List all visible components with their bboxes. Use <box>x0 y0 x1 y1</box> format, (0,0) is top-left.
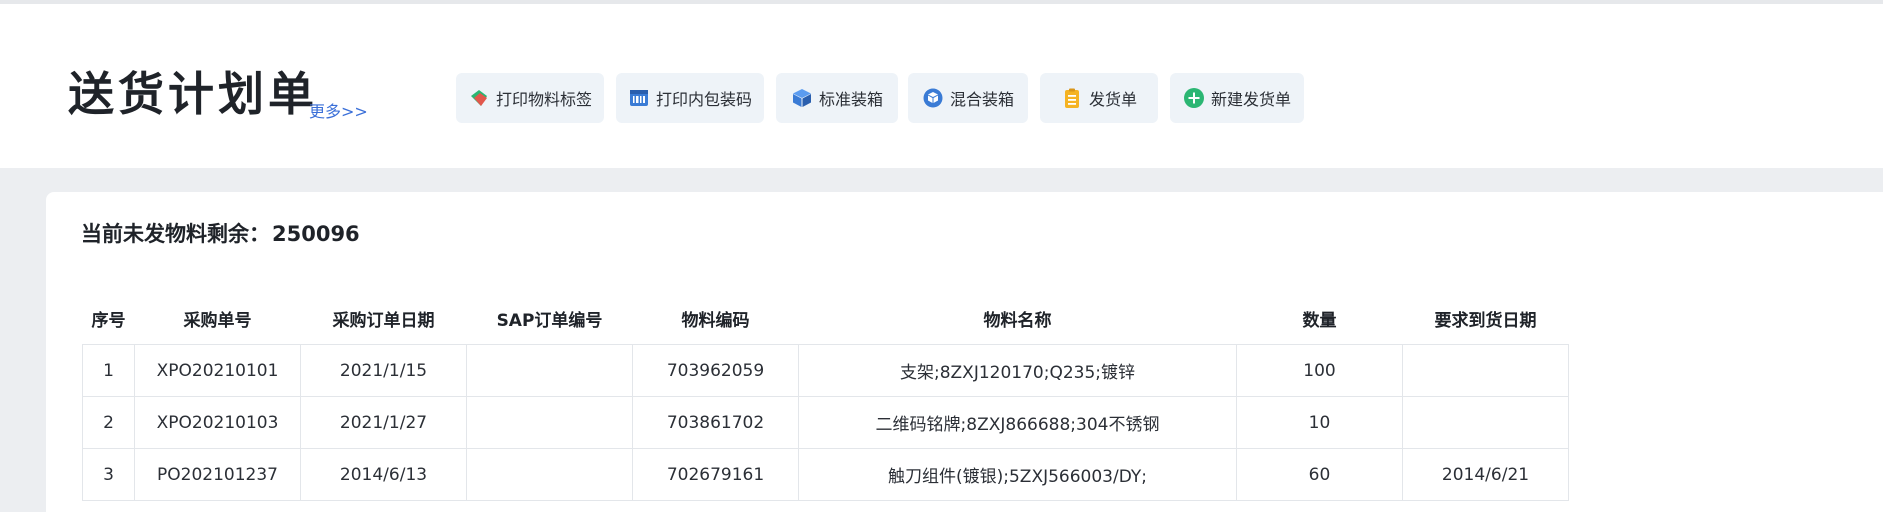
plan-table: 序号 采购单号 采购订单日期 SAP订单编号 物料编码 物料名称 数量 要求到货… <box>82 292 1569 501</box>
standard-packing-button[interactable]: 标准装箱 <box>776 73 898 123</box>
table-cell: 100 <box>1236 344 1403 397</box>
delivery-note-text: 发货单 <box>1088 90 1137 109</box>
column-header: 物料名称 <box>983 310 1052 331</box>
table-cell: 2021/1/27 <box>300 396 467 449</box>
table-cell: XPO20210101 <box>134 344 301 397</box>
clipboard-icon <box>1061 87 1083 109</box>
more-link[interactable]: 更多>> <box>309 98 368 122</box>
table-cell: 60 <box>1236 448 1403 501</box>
table-cell: 10 <box>1236 396 1403 449</box>
table-cell: 二维码铭牌;8ZXJ866688;304不锈钢 <box>798 396 1237 449</box>
table-cell <box>466 344 633 397</box>
column-header: 序号 <box>91 310 126 331</box>
table-cell <box>1402 344 1569 397</box>
mixed-packing-text: 混合装箱 <box>949 90 1014 109</box>
table-cell: 3 <box>82 448 135 501</box>
standard-packing-text: 标准装箱 <box>818 90 883 109</box>
page-header: 送货计划单 更多>> 打印物料标签 打印内包装码 标准装箱 混合装箱 发货单 新… <box>0 0 1883 168</box>
print-inner-pack-code-button[interactable]: 打印内包装码 <box>616 73 764 123</box>
table-header-row: 序号 采购单号 采购订单日期 SAP订单编号 物料编码 物料名称 数量 要求到货… <box>83 292 1569 345</box>
table-cell: 2 <box>82 396 135 449</box>
new-delivery-note-text: 新建发货单 <box>1210 90 1291 109</box>
table-cell: 703962059 <box>632 344 799 397</box>
table-cell <box>1402 396 1569 449</box>
remaining-value: 250096 <box>272 222 360 246</box>
table-cell: 1 <box>82 344 135 397</box>
print-inner-pack-code-text: 打印内包装码 <box>655 90 752 109</box>
print-material-label-button[interactable]: 打印物料标签 <box>456 73 604 123</box>
plan-card: 当前未发物料剩余：250096 序号 采购单号 采购订单日期 SAP订单编号 物… <box>46 192 1883 512</box>
table-cell: 2014/6/21 <box>1402 448 1569 501</box>
table-cell: XPO20210103 <box>134 396 301 449</box>
table-cell: PO202101237 <box>134 448 301 501</box>
column-header: 物料编码 <box>681 310 750 331</box>
remaining-label: 当前未发物料剩余： <box>81 222 270 246</box>
table-cell: 2014/6/13 <box>300 448 467 501</box>
box-icon <box>791 87 813 109</box>
table-row[interactable]: 2 XPO20210103 2021/1/27 703861702 二维码铭牌;… <box>82 396 1569 449</box>
column-header: SAP订单编号 <box>496 310 603 331</box>
table-row[interactable]: 1 XPO20210101 2021/1/15 703962059 支架;8ZX… <box>82 344 1569 397</box>
print-material-label-text: 打印物料标签 <box>495 90 592 109</box>
table-row[interactable]: 3 PO202101237 2014/6/13 702679161 触刀组件(镀… <box>82 448 1569 501</box>
plus-circle-icon <box>1183 87 1205 109</box>
column-header: 数量 <box>1302 310 1337 331</box>
delivery-note-button[interactable]: 发货单 <box>1040 73 1158 123</box>
page-title: 送货计划单 <box>68 67 318 121</box>
new-delivery-note-button[interactable]: 新建发货单 <box>1170 73 1304 123</box>
remaining-summary: 当前未发物料剩余：250096 <box>81 218 360 248</box>
mixed-packing-button[interactable]: 混合装箱 <box>908 73 1028 123</box>
barcode-icon <box>628 87 650 109</box>
table-cell: 702679161 <box>632 448 799 501</box>
column-header: 要求到货日期 <box>1434 310 1537 331</box>
table-cell: 支架;8ZXJ120170;Q235;镀锌 <box>798 344 1237 397</box>
table-cell: 触刀组件(镀银);5ZXJ566003/DY; <box>798 448 1237 501</box>
table-cell: 703861702 <box>632 396 799 449</box>
tags-icon <box>468 87 490 109</box>
table-cell <box>466 448 633 501</box>
column-header: 采购订单日期 <box>332 310 435 331</box>
table-cell: 2021/1/15 <box>300 344 467 397</box>
column-header: 采购单号 <box>183 310 252 331</box>
table-cell <box>466 396 633 449</box>
mixed-box-icon <box>922 87 944 109</box>
